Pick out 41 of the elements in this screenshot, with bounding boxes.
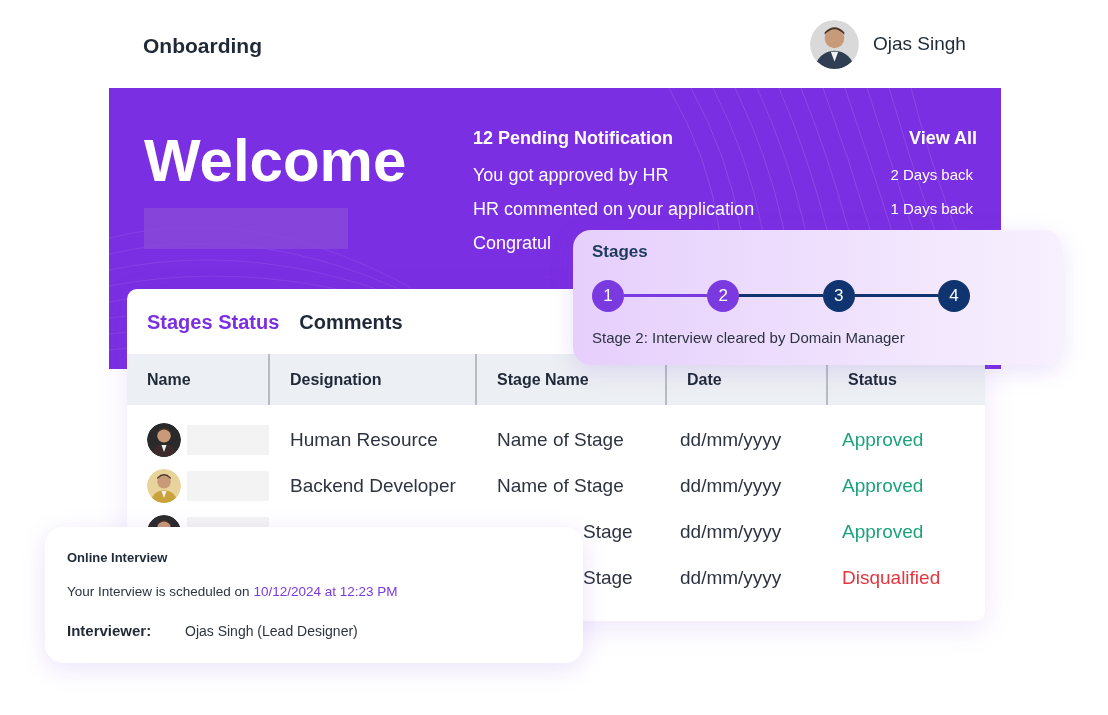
table-cell: Stage — [583, 566, 633, 588]
table-cell: Stage — [583, 520, 633, 542]
page-title: Onboarding — [143, 33, 262, 59]
notification-text: Congratul — [473, 231, 552, 255]
stage-caption: Stage 2: Interview cleared by Domain Manager — [592, 327, 906, 348]
step-marker: 3 — [822, 279, 855, 312]
column-header: Status — [848, 369, 897, 390]
view-all-link[interactable]: View All — [908, 124, 977, 152]
notification-time: 1 Days back — [890, 198, 974, 219]
table-cell: dd/mm/yyyy — [680, 474, 782, 496]
column-header: Date — [687, 369, 722, 390]
card-title: Stages — [592, 241, 649, 263]
notification-text: You got approved by HR — [473, 163, 669, 187]
notifications-title: 12 Pending Notification — [473, 126, 673, 150]
interviewer-label: Interviewer: — [67, 620, 153, 641]
table-cell: dd/mm/yyyy — [680, 566, 782, 588]
table-cell: Human Resource — [290, 428, 438, 450]
status-text: Approved — [842, 474, 924, 496]
column-header: Stage Name — [497, 369, 589, 390]
notification-text: HR commented on your application — [473, 197, 755, 221]
interviewer-name: Ojas Singh (Lead Designer) — [185, 621, 358, 641]
column-header: Name — [147, 369, 191, 390]
step-marker: 1 — [592, 279, 624, 312]
tab[interactable]: Comments — [299, 306, 403, 337]
table-cell: Backend Developer — [290, 474, 456, 496]
user-name: Ojas Singh — [873, 32, 966, 57]
column-header: Designation — [290, 369, 382, 390]
step-marker: 4 — [938, 279, 970, 312]
card-title: Online Interview — [67, 549, 169, 567]
status-text: Disqualified — [842, 566, 941, 588]
tab[interactable]: Stages Status — [147, 306, 280, 337]
table-cell: dd/mm/yyyy — [680, 428, 782, 450]
schedule-text: Your Interview is scheduled on 10/12/2024 at 12:23 PM — [67, 582, 399, 601]
table-cell: Name of Stage — [497, 428, 624, 450]
status-text: Approved — [842, 428, 924, 450]
table-cell: dd/mm/yyyy — [680, 520, 782, 542]
table-cell: Name of Stage — [497, 474, 624, 496]
welcome-heading: Welcome — [144, 126, 407, 196]
status-text: Approved — [842, 520, 924, 542]
step-marker: 2 — [707, 279, 740, 312]
notification-time: 2 Days back — [890, 164, 974, 185]
